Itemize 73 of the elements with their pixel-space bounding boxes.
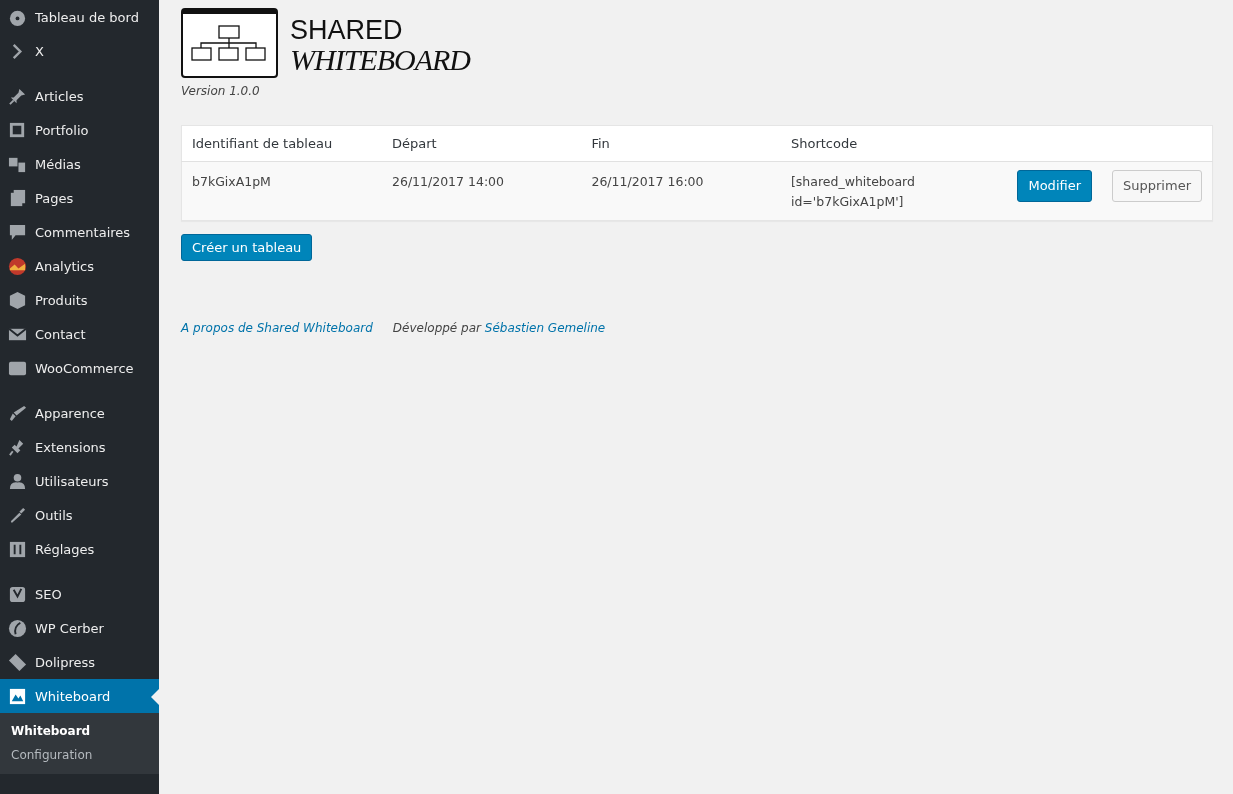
menu-label: Réglages <box>35 541 95 557</box>
column-header: Shortcode <box>780 125 1008 162</box>
menu-label: Portfolio <box>35 122 89 138</box>
user-icon <box>8 471 27 491</box>
menu-label: Apparence <box>35 405 105 421</box>
wrench-icon <box>8 505 27 525</box>
menu-label: Whiteboard <box>35 688 111 704</box>
table-cell: [shared_whiteboard id='b7kGixA1pM'] <box>780 161 1008 221</box>
sidebar-menu-item[interactable]: Dolipress <box>0 645 159 679</box>
tag-icon <box>8 652 27 672</box>
sidebar-menu-item[interactable]: Pages <box>0 181 159 215</box>
edit-button[interactable]: Modifier <box>1017 170 1093 202</box>
menu-label: Commentaires <box>35 224 131 240</box>
create-board-button[interactable]: Créer un tableau <box>181 234 313 261</box>
sidebar-menu-item[interactable]: Whiteboard <box>0 679 159 713</box>
sidebar-menu-item[interactable]: Outils <box>0 498 159 532</box>
menu-label: Tableau de bord <box>35 9 139 25</box>
menu-label: Pages <box>35 190 74 206</box>
column-header: Départ <box>382 125 582 162</box>
seo-icon <box>8 584 27 604</box>
menu-label: Dolipress <box>35 654 96 670</box>
sidebar-menu-item[interactable]: WP Cerber <box>0 611 159 645</box>
sidebar-menu-item[interactable]: Réglages <box>0 532 159 566</box>
paintbrush-icon <box>8 403 27 423</box>
sidebar-menu-item[interactable]: Contact <box>0 317 159 351</box>
submenu-item[interactable]: Whiteboard <box>0 719 159 743</box>
sidebar-menu-item[interactable]: Articles <box>0 79 159 113</box>
sidebar-menu-item[interactable]: Commentaires <box>0 215 159 249</box>
menu-label: Médias <box>35 156 81 172</box>
menu-label: WP Cerber <box>35 620 104 636</box>
author-link[interactable]: Sébastien Gemeline <box>484 321 606 335</box>
sidebar-menu-item[interactable]: Tableau de bord <box>0 0 159 34</box>
table-cell: 26/11/2017 14:00 <box>382 161 582 221</box>
box-icon <box>8 290 27 310</box>
credit-text: Développé par Sébastien Gemeline <box>392 321 606 335</box>
sidebar-menu-item[interactable]: Analytics <box>0 249 159 283</box>
about-link[interactable]: A propos de Shared Whiteboard <box>181 321 373 335</box>
delete-button[interactable]: Supprimer <box>1112 170 1202 202</box>
column-header: Identifiant de tableau <box>181 125 382 162</box>
menu-label: Contact <box>35 326 86 342</box>
menu-label: Outils <box>35 507 73 523</box>
menu-label: Analytics <box>35 258 95 274</box>
logo-title: SHARED <box>290 16 404 44</box>
analytics-icon <box>8 256 27 276</box>
column-header: Fin <box>581 125 781 162</box>
submenu-item[interactable]: Configuration <box>0 743 159 767</box>
sliders-icon <box>8 539 27 559</box>
menu-label: Utilisateurs <box>35 473 109 489</box>
version-text: Version 1.0.0 <box>181 84 260 98</box>
sidebar-menu-item[interactable]: SEO <box>0 577 159 611</box>
menu-label: X <box>35 43 44 59</box>
sidebar-menu-item[interactable]: Produits <box>0 283 159 317</box>
pin-icon <box>8 86 27 106</box>
table-cell: b7kGixA1pM <box>181 161 382 221</box>
logo-icon <box>181 8 278 78</box>
portfolio-icon <box>8 120 27 140</box>
sidebar-menu-item[interactable]: Apparence <box>0 396 159 430</box>
menu-label: Articles <box>35 88 84 104</box>
comment-icon <box>8 222 27 242</box>
pages-icon <box>8 188 27 208</box>
sidebar-menu-item[interactable]: Médias <box>0 147 159 181</box>
table-cell: 26/11/2017 16:00 <box>581 161 781 221</box>
sidebar-menu-item[interactable]: Extensions <box>0 430 159 464</box>
logo-subtitle: WHITEBOARD <box>290 44 470 76</box>
sidebar-menu-item[interactable]: Portfolio <box>0 113 159 147</box>
sidebar-menu-item[interactable]: Utilisateurs <box>0 464 159 498</box>
menu-label: Produits <box>35 292 88 308</box>
menu-label: Extensions <box>35 439 106 455</box>
sidebar-menu-item[interactable]: WooCommerce <box>0 351 159 385</box>
whiteboard-icon <box>8 686 27 706</box>
menu-label: WooCommerce <box>35 360 134 376</box>
menu-label: SEO <box>35 586 62 602</box>
sidebar-menu-item[interactable]: X <box>0 34 159 68</box>
